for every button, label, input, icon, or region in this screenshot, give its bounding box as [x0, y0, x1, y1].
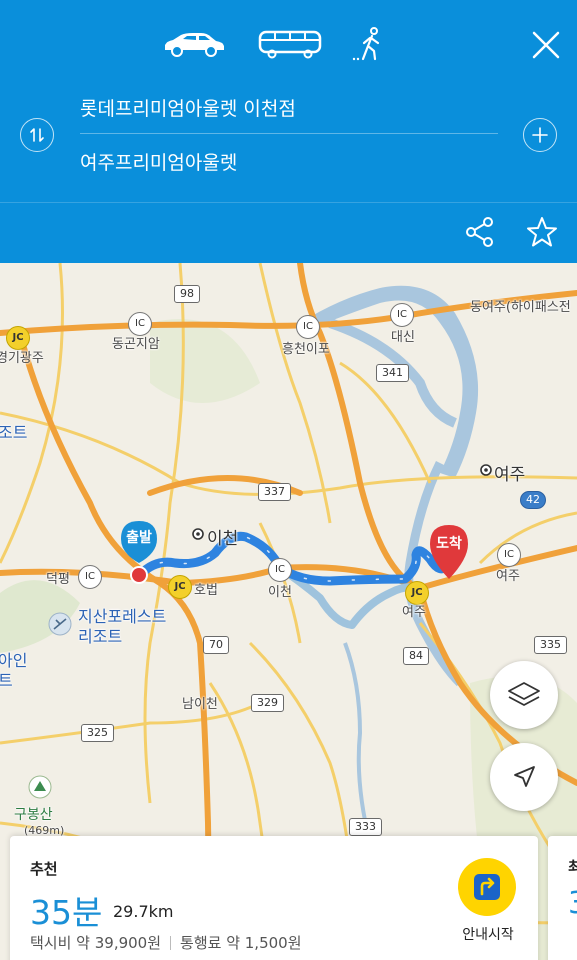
header-separator — [0, 202, 577, 203]
road-shield: 98 — [174, 285, 200, 303]
map-layers-button[interactable] — [490, 661, 558, 729]
road-shield: 335 — [534, 636, 567, 654]
interchange-marker: IC — [296, 315, 320, 339]
destination-field[interactable]: 여주프리미엄아울렛 — [80, 136, 498, 186]
route-summary-card[interactable]: 추천 35분 29.7km 택시비 약 39,900원 통행료 약 1,500원… — [10, 836, 538, 960]
layers-icon — [508, 682, 540, 706]
close-button[interactable] — [529, 28, 563, 62]
place-label: 호법 — [194, 583, 218, 598]
city-label-yeoju: 여주 — [494, 465, 526, 485]
place-label: 여주 — [496, 569, 520, 584]
share-button[interactable] — [465, 216, 495, 248]
cost-divider — [170, 935, 172, 950]
next-route-title: 최 — [568, 858, 577, 876]
star-icon — [527, 217, 557, 247]
route-distance: 29.7km — [113, 902, 174, 921]
swap-route-button[interactable] — [20, 118, 54, 152]
junction-marker: JC — [168, 575, 192, 599]
end-pin-label: 도착 — [436, 536, 462, 552]
road-shield: 341 — [376, 364, 409, 382]
place-label: 흥천이포 — [282, 342, 330, 357]
road-shield: 333 — [349, 818, 382, 836]
road-shield: 84 — [403, 647, 429, 665]
road-shield: 42 — [520, 491, 546, 509]
taxi-fare: 택시비 약 39,900원 — [30, 934, 162, 952]
my-location-button[interactable] — [490, 743, 558, 811]
interchange-marker: IC — [497, 543, 521, 567]
car-icon — [165, 33, 224, 57]
road-shield: 329 — [251, 694, 284, 712]
add-waypoint-button[interactable] — [523, 118, 557, 152]
walk-icon — [352, 27, 380, 61]
place-label: 덕평 — [46, 572, 70, 587]
place-label: 트 — [0, 671, 13, 690]
place-label: 이천 — [268, 585, 292, 600]
share-icon — [466, 217, 493, 247]
plus-icon — [532, 127, 548, 143]
place-label: 구봉산 — [14, 807, 53, 823]
start-pin[interactable]: 출발 — [119, 519, 159, 593]
favorite-button[interactable] — [525, 215, 559, 249]
route-search-header: 롯데프리미엄아울렛 이천점 여주프리미엄아울렛 — [0, 0, 577, 263]
place-label: 동곤지암 — [112, 337, 160, 352]
city-label-icheon: 이천 — [207, 529, 239, 549]
place-label: 대신 — [391, 330, 415, 345]
road-shield: 337 — [258, 483, 291, 501]
bus-icon — [258, 30, 322, 59]
next-route-duration: 3 — [568, 886, 577, 921]
road-shield: 325 — [81, 724, 114, 742]
route-duration: 35분 — [30, 893, 103, 932]
car-mode-tab[interactable] — [158, 22, 230, 66]
start-navigation-button[interactable] — [458, 858, 516, 916]
place-label: 남이천 — [182, 697, 218, 712]
location-arrow-icon — [514, 766, 535, 787]
road-shield: 70 — [203, 636, 229, 654]
start-pin-label: 출발 — [126, 530, 152, 546]
app-root: 롯데프리미엄아울렛 이천점 여주프리미엄아울렛 98 341 337 42 70… — [0, 0, 577, 960]
end-pin[interactable]: 도착 — [428, 523, 470, 585]
place-label: 여주 — [402, 605, 426, 620]
place-label: 리조트 — [78, 627, 123, 646]
place-label: 조트 — [0, 423, 28, 442]
walk-mode-tab[interactable] — [346, 22, 390, 66]
close-icon — [532, 31, 560, 59]
place-label: 경기광주 — [0, 351, 44, 366]
route-type-label: 추천 — [30, 860, 58, 878]
transport-mode-tabs — [0, 22, 577, 66]
interchange-marker: IC — [390, 303, 414, 327]
place-label: 동여주(하이패스전 — [470, 300, 571, 315]
interchange-marker: IC — [268, 558, 292, 582]
start-navigation-label[interactable]: 안내시작 — [450, 924, 526, 944]
route-costs: 택시비 약 39,900원 통행료 약 1,500원 — [30, 932, 302, 953]
swap-icon — [30, 128, 44, 142]
bus-mode-tab[interactable] — [254, 22, 326, 66]
next-route-card[interactable]: 최 3 — [548, 836, 577, 960]
interchange-marker: IC — [78, 565, 102, 589]
toll-fee: 통행료 약 1,500원 — [180, 934, 302, 952]
origin-field[interactable]: 롯데프리미엄아울렛 이천점 — [80, 82, 498, 132]
turn-right-icon — [474, 874, 500, 900]
field-divider — [80, 133, 498, 134]
